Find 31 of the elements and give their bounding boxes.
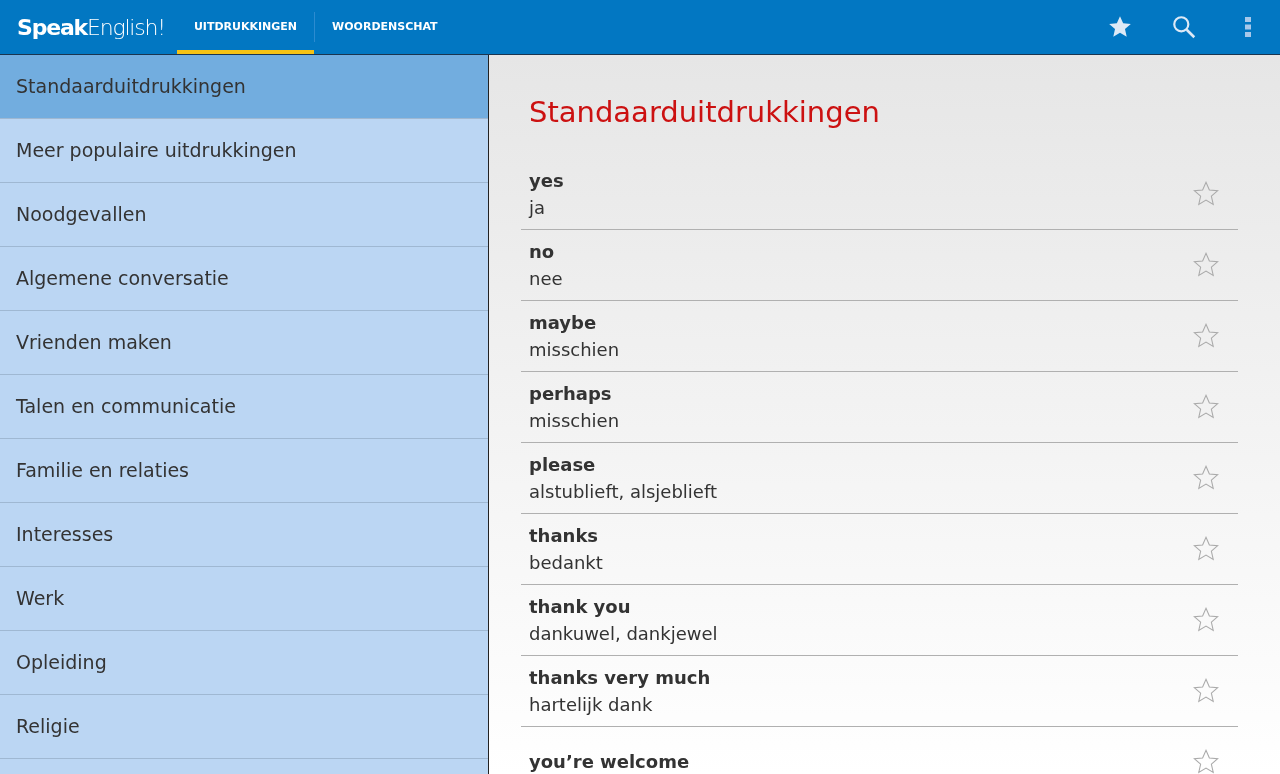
sidebar-item[interactable]: Meer populaire uitdrukkingen [0, 119, 488, 183]
translation-text: nee [529, 266, 564, 291]
translation-text: hartelijk dank [529, 692, 654, 717]
translation-text: misschien [529, 337, 621, 362]
translation-text: bedankt [529, 550, 604, 575]
sidebar-item[interactable]: Werk [0, 567, 488, 631]
translation-text: alstublieft, alsjeblieft [529, 479, 718, 504]
phrase-text: perhaps [529, 381, 613, 406]
translation-text: misschien [529, 408, 621, 433]
phrase-text: no [529, 239, 556, 264]
sidebar-item[interactable]: Familie en relaties [0, 439, 488, 503]
translation-text: ja [529, 195, 547, 220]
sidebar-item[interactable]: Religie [0, 695, 488, 759]
phrase-text: please [529, 452, 597, 477]
phrase-text: thanks very much [529, 665, 712, 690]
sidebar-item[interactable]: Vrienden maken [0, 311, 488, 375]
sidebar-item[interactable]: Noodgevallen [0, 183, 488, 247]
sidebar-item[interactable]: Interesses [0, 503, 488, 567]
sidebar-item[interactable]: Algemene conversatie [0, 247, 488, 311]
section-title: Standaarduitdrukkingen [529, 95, 881, 131]
phrase-text: thank you [529, 594, 632, 619]
phrase-text: thanks [529, 523, 600, 548]
sidebar-item[interactable]: Talen en communicatie [0, 375, 488, 439]
logo: SpeakEnglish! [16, 13, 166, 42]
sidebar-item[interactable]: Opleiding [0, 631, 488, 695]
phrase-text: yes [529, 168, 565, 193]
sidebar-item[interactable]: Standaarduitdrukkingen [0, 55, 488, 119]
translation-text: dankuwel, dankjewel [529, 621, 719, 646]
phrase-text: maybe [529, 310, 598, 335]
tab[interactable]: WOORDENSCHAT [315, 0, 455, 54]
phrase-text: you’re welcome [529, 750, 691, 774]
